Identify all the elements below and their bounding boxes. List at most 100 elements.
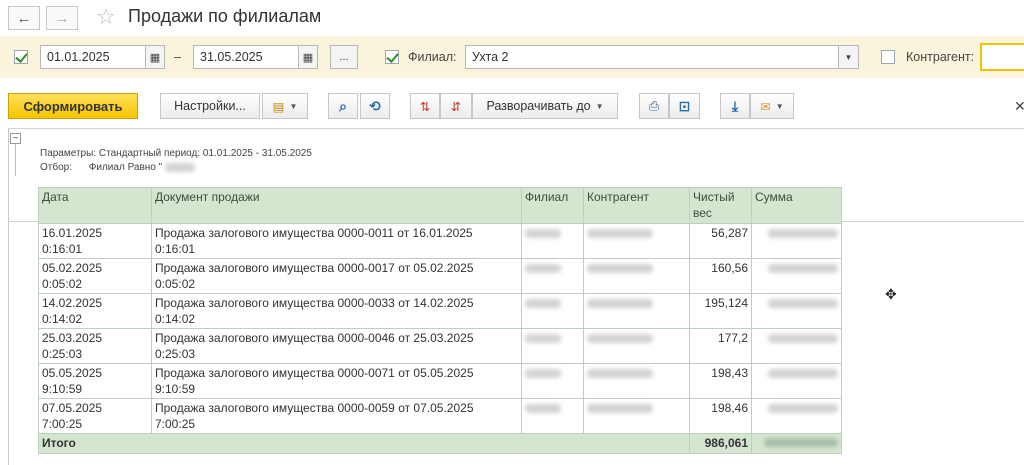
row-document-time: 0:16:01: [155, 242, 196, 256]
report-variant-icon: ▤: [272, 99, 285, 114]
redacted: [525, 369, 561, 378]
row-weight: 177,2: [689, 328, 752, 364]
redacted: [525, 404, 561, 413]
sort-collapse-icon: ⇅: [419, 99, 431, 114]
row-document-link[interactable]: Продажа залогового имущества 0000-0033 о…: [155, 295, 518, 311]
column-header-counterparty[interactable]: Контрагент: [583, 187, 690, 224]
branch-field[interactable]: Ухта 2: [465, 45, 839, 69]
row-date: 07.05.2025: [42, 401, 103, 415]
branch-label: Филиал:: [408, 50, 457, 64]
save-button[interactable]: ⤓: [720, 93, 750, 119]
collapse-groups-button[interactable]: ⇅: [410, 93, 440, 119]
redacted: [768, 334, 838, 343]
table-row[interactable]: 05.05.2025 9:10:59 Продажа залогового иму…: [38, 363, 842, 399]
table-row[interactable]: 05.02.2025 0:05:02 Продажа залогового иму…: [38, 258, 842, 294]
variant-button[interactable]: ▤ ▼: [262, 93, 308, 119]
redacted: [525, 229, 561, 238]
column-header-document[interactable]: Документ продажи: [151, 187, 522, 224]
redacted: [768, 404, 838, 413]
close-panel-icon[interactable]: ✕: [1014, 98, 1024, 115]
row-time: 9:10:59: [42, 382, 83, 396]
column-header-weight[interactable]: Чистый вес: [689, 187, 752, 224]
row-date: 14.02.2025: [42, 296, 103, 310]
calendar-icon: ▦: [149, 51, 161, 64]
row-weight: 160,56: [689, 258, 752, 294]
calendar-to-button[interactable]: ▦: [298, 45, 318, 69]
calendar-from-button[interactable]: ▦: [145, 45, 165, 69]
download-icon: ⤓: [731, 97, 739, 114]
table-row[interactable]: 14.02.2025 0:14:02 Продажа залогового иму…: [38, 293, 842, 329]
printer-icon: ⎙: [648, 98, 659, 113]
total-label: Итого: [38, 433, 690, 454]
report-table: Дата Документ продажи Филиал Контрагент …: [38, 187, 842, 454]
row-document-link[interactable]: Продажа залогового имущества 0000-0017 о…: [155, 260, 518, 276]
envelope-icon: ✉: [760, 99, 771, 114]
row-date: 25.03.2025: [42, 331, 103, 345]
favorite-star-icon[interactable]: ☆: [96, 4, 116, 30]
redacted: [768, 264, 838, 273]
branch-checkbox[interactable]: [385, 50, 399, 64]
table-row[interactable]: 25.03.2025 0:25:03 Продажа залогового иму…: [38, 328, 842, 364]
row-document-link[interactable]: Продажа залогового имущества 0000-0059 о…: [155, 400, 518, 416]
total-weight: 986,061: [689, 433, 752, 454]
row-date: 05.05.2025: [42, 366, 103, 380]
send-email-button[interactable]: ✉ ▼: [750, 93, 794, 119]
period-checkbox[interactable]: [14, 50, 28, 64]
redacted: [764, 438, 838, 447]
column-header-sum[interactable]: Сумма: [751, 187, 842, 224]
expand-groups-button[interactable]: ⇵: [440, 93, 472, 119]
counterparty-checkbox[interactable]: [881, 50, 895, 64]
expand-to-button[interactable]: Разворачивать до ▼: [472, 93, 618, 119]
redacted: [525, 264, 561, 273]
back-button[interactable]: ←: [8, 6, 40, 30]
chevron-down-icon: ▼: [844, 52, 853, 62]
row-document-time: 0:14:02: [155, 312, 196, 326]
table-header-row: Дата Документ продажи Филиал Контрагент …: [38, 187, 842, 224]
row-document-link[interactable]: Продажа залогового имущества 0000-0046 о…: [155, 330, 518, 346]
calendar-icon: ▦: [302, 51, 314, 64]
generate-button[interactable]: Сформировать: [8, 93, 138, 119]
search-icon: ⌕: [339, 97, 347, 114]
row-document-time: 7:00:25: [155, 417, 196, 431]
chevron-down-icon: ▼: [595, 101, 604, 111]
parameters-label: Параметры:: [40, 148, 97, 159]
redacted: [587, 404, 653, 413]
find-next-button[interactable]: ⟲: [360, 93, 390, 119]
table-row[interactable]: 07.05.2025 7:00:25 Продажа залогового иму…: [38, 398, 842, 434]
forward-button[interactable]: →: [46, 6, 78, 30]
date-to-field[interactable]: 31.05.2025: [193, 45, 299, 69]
column-header-branch[interactable]: Филиал: [521, 187, 584, 224]
redacted: [525, 299, 561, 308]
report-left-border: [8, 128, 9, 465]
redacted: [587, 369, 653, 378]
row-weight: 198,43: [689, 363, 752, 399]
column-header-date[interactable]: Дата: [38, 187, 152, 224]
period-select-button[interactable]: ...: [330, 45, 358, 69]
redacted: [768, 229, 838, 238]
search-button[interactable]: ⌕: [328, 93, 358, 119]
counterparty-field[interactable]: [980, 43, 1024, 71]
row-document-time: 0:05:02: [155, 277, 196, 291]
page-title: Продажи по филиалам: [128, 6, 322, 26]
row-document-time: 9:10:59: [155, 382, 196, 396]
branch-dropdown-button[interactable]: ▼: [838, 45, 859, 69]
parameters-line: Параметры: Стандартный период: 01.01.202…: [40, 148, 312, 159]
settings-button[interactable]: Настройки...: [160, 93, 260, 119]
row-time: 7:00:25: [42, 417, 83, 431]
row-document-link[interactable]: Продажа залогового имущества 0000-0011 о…: [155, 225, 518, 241]
row-time: 0:14:02: [42, 312, 83, 326]
search-refresh-icon: ⟲: [369, 97, 381, 114]
table-row[interactable]: 16.01.2025 0:16:01 Продажа залогового иму…: [38, 223, 842, 259]
row-document-link[interactable]: Продажа залогового имущества 0000-0071 о…: [155, 365, 518, 381]
redacted: [587, 229, 653, 238]
print-button[interactable]: ⎙: [639, 93, 669, 119]
redacted: [768, 369, 838, 378]
row-time: 0:05:02: [42, 277, 83, 291]
redacted: [587, 264, 653, 273]
report-top-border: [8, 128, 1024, 129]
filter-line: Отбор: Филиал Равно ": [40, 162, 195, 173]
chevron-down-icon: ▼: [775, 101, 784, 111]
collapse-group-icon[interactable]: −: [10, 133, 21, 144]
date-from-field[interactable]: 01.01.2025: [40, 45, 146, 69]
preview-button[interactable]: ⊡: [669, 93, 700, 119]
